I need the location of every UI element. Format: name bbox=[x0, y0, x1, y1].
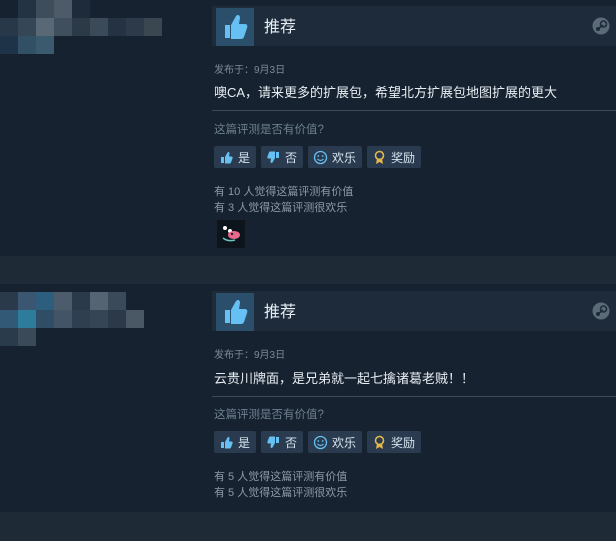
thumbs-up-icon bbox=[219, 435, 234, 450]
helpful-question: 这篇评测是否有价值? bbox=[214, 124, 324, 136]
reviewer-avatar-blurred[interactable] bbox=[0, 0, 170, 60]
vote-yes-label: 是 bbox=[238, 435, 251, 450]
award-button[interactable]: 奖励 bbox=[367, 431, 422, 453]
thumbs-up-icon bbox=[219, 150, 234, 165]
vote-buttons: 是 否 欢乐 奖励 bbox=[214, 431, 422, 453]
award-icon[interactable] bbox=[217, 220, 245, 248]
award-button[interactable]: 奖励 bbox=[367, 146, 422, 168]
smiley-icon bbox=[313, 150, 328, 165]
thumbs-up-icon bbox=[216, 8, 254, 46]
posted-date: 发布于：9月3日 bbox=[214, 350, 286, 361]
steam-logo-icon bbox=[592, 302, 610, 320]
steam-reviews-page: 推荐 发布于：9月3日 噢CA，请来更多的扩展包，希望北方扩展包地图扩展的更大 … bbox=[0, 0, 616, 541]
vote-no-label: 否 bbox=[285, 435, 298, 450]
review-header[interactable]: 推荐 bbox=[212, 291, 616, 331]
recommendation-label: 推荐 bbox=[264, 19, 297, 36]
review-header[interactable]: 推荐 bbox=[212, 6, 616, 46]
vote-yes-label: 是 bbox=[238, 150, 251, 165]
vote-no-button[interactable]: 否 bbox=[261, 146, 304, 168]
vote-funny-label: 欢乐 bbox=[332, 435, 357, 450]
thumbs-down-icon bbox=[266, 435, 281, 450]
award-label: 奖励 bbox=[391, 150, 416, 165]
vote-yes-button[interactable]: 是 bbox=[214, 146, 257, 168]
posted-date: 发布于：9月3日 bbox=[214, 65, 286, 76]
funny-count: 有 5 人觉得这篇评测很欢乐 bbox=[214, 487, 348, 499]
reviewer-avatar-blurred[interactable] bbox=[0, 292, 170, 352]
vote-yes-button[interactable]: 是 bbox=[214, 431, 257, 453]
award-ribbon-icon bbox=[372, 435, 387, 450]
vote-no-button[interactable]: 否 bbox=[261, 431, 304, 453]
award-label: 奖励 bbox=[391, 435, 416, 450]
smiley-icon bbox=[313, 435, 328, 450]
thumbs-down-icon bbox=[266, 150, 281, 165]
thumbs-up-icon bbox=[216, 293, 254, 331]
helpful-count: 有 10 人觉得这篇评测有价值 bbox=[214, 186, 354, 198]
recommendation-label: 推荐 bbox=[264, 304, 297, 321]
review-content: 云贵川牌面，是兄弟就一起七擒诸葛老贼！！ bbox=[214, 371, 475, 386]
review-separator bbox=[0, 256, 616, 284]
divider bbox=[212, 396, 616, 397]
funny-count: 有 3 人觉得这篇评测很欢乐 bbox=[214, 202, 348, 214]
review-card-2: 推荐 发布于：9月3日 云贵川牌面，是兄弟就一起七擒诸葛老贼！！ 这篇评测是否有… bbox=[0, 284, 616, 512]
review-card-1: 推荐 发布于：9月3日 噢CA，请来更多的扩展包，希望北方扩展包地图扩展的更大 … bbox=[0, 0, 616, 256]
vote-funny-button[interactable]: 欢乐 bbox=[308, 146, 363, 168]
helpful-question: 这篇评测是否有价值? bbox=[214, 409, 324, 421]
vote-funny-label: 欢乐 bbox=[332, 150, 357, 165]
vote-buttons: 是 否 欢乐 奖励 bbox=[214, 146, 422, 168]
review-separator bbox=[0, 512, 616, 541]
steam-logo-icon bbox=[592, 17, 610, 35]
review-content: 噢CA，请来更多的扩展包，希望北方扩展包地图扩展的更大 bbox=[214, 85, 558, 100]
award-ribbon-icon bbox=[372, 150, 387, 165]
divider bbox=[212, 110, 616, 111]
vote-funny-button[interactable]: 欢乐 bbox=[308, 431, 363, 453]
helpful-count: 有 5 人觉得这篇评测有价值 bbox=[214, 471, 348, 483]
vote-no-label: 否 bbox=[285, 150, 298, 165]
